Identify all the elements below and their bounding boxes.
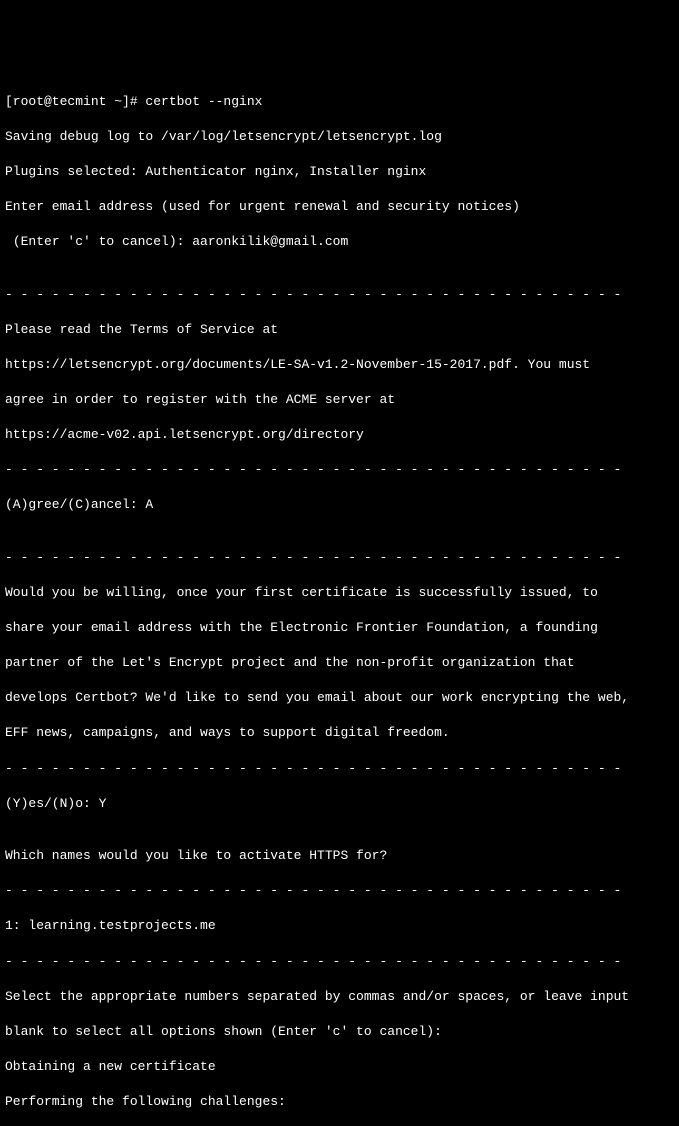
output-performing: Performing the following challenges: <box>5 1093 674 1111</box>
output-obtaining: Obtaining a new certificate <box>5 1058 674 1076</box>
output-select-prompt: blank to select all options shown (Enter… <box>5 1023 674 1041</box>
output-tos-directory: https://acme-v02.api.letsencrypt.org/dir… <box>5 426 674 444</box>
input-agree-cancel: (A)gree/(C)ancel: A <box>5 496 674 514</box>
separator-dashes: - - - - - - - - - - - - - - - - - - - - … <box>5 953 674 971</box>
output-eff-text: partner of the Let's Encrypt project and… <box>5 654 674 672</box>
output-eff-text: Would you be willing, once your first ce… <box>5 584 674 602</box>
output-eff-text: EFF news, campaigns, and ways to support… <box>5 724 674 742</box>
separator-dashes: - - - - - - - - - - - - - - - - - - - - … <box>5 286 674 304</box>
separator-dashes: - - - - - - - - - - - - - - - - - - - - … <box>5 882 674 900</box>
output-email-prompt: Enter email address (used for urgent ren… <box>5 198 674 216</box>
separator-dashes: - - - - - - - - - - - - - - - - - - - - … <box>5 461 674 479</box>
output-tos-acme: agree in order to register with the ACME… <box>5 391 674 409</box>
output-domain-option: 1: learning.testprojects.me <box>5 917 674 935</box>
output-plugins: Plugins selected: Authenticator nginx, I… <box>5 163 674 181</box>
output-debug-log: Saving debug log to /var/log/letsencrypt… <box>5 128 674 146</box>
output-tos-url: https://letsencrypt.org/documents/LE-SA-… <box>5 356 674 374</box>
output-eff-text: develops Certbot? We'd like to send you … <box>5 689 674 707</box>
output-eff-text: share your email address with the Electr… <box>5 619 674 637</box>
separator-dashes: - - - - - - - - - - - - - - - - - - - - … <box>5 549 674 567</box>
input-email-entered: (Enter 'c' to cancel): aaronkilik@gmail.… <box>5 233 674 251</box>
terminal-window[interactable]: [root@tecmint ~]# certbot --nginx Saving… <box>5 75 674 628</box>
shell-prompt-command: [root@tecmint ~]# certbot --nginx <box>5 93 674 111</box>
output-select-prompt: Select the appropriate numbers separated… <box>5 988 674 1006</box>
separator-dashes: - - - - - - - - - - - - - - - - - - - - … <box>5 760 674 778</box>
input-yes-no: (Y)es/(N)o: Y <box>5 795 674 813</box>
output-names-prompt: Which names would you like to activate H… <box>5 847 674 865</box>
output-tos-header: Please read the Terms of Service at <box>5 321 674 339</box>
